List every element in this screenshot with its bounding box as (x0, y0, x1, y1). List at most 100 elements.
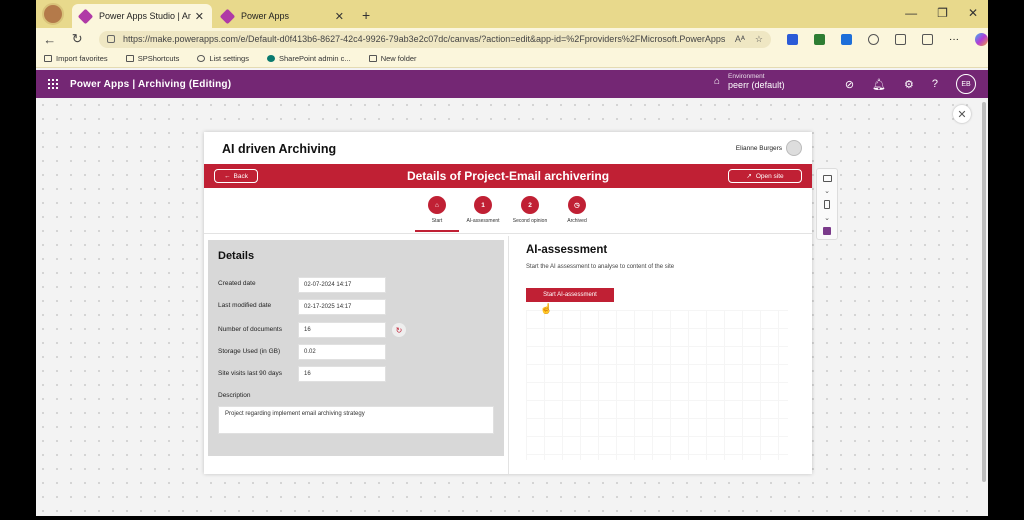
user-avatar (786, 140, 802, 156)
user-info: Elianne Burgers (736, 140, 802, 156)
step-second-opinion[interactable]: 2 Second opinion (508, 196, 552, 224)
chevron-down-icon[interactable]: ⌄ (824, 187, 830, 195)
favorites-bar: Import favorites SPShortcuts List settin… (36, 50, 988, 68)
step-ai-assessment[interactable]: 1 AI-assessment (461, 196, 505, 224)
refresh-icon[interactable]: ↻ (392, 323, 406, 337)
close-window-icon[interactable]: ✕ (968, 6, 978, 20)
more-icon[interactable]: ··· (949, 34, 959, 45)
restore-icon[interactable]: ❐ (937, 6, 948, 20)
page-header-bar: ← Back Details of Project-Email archiver… (204, 164, 812, 188)
browser-window: Power Apps Studio | Archiving (I ✕ Power… (36, 0, 988, 516)
settings-icon[interactable]: ⚙ (904, 78, 914, 91)
globe-icon (197, 55, 206, 62)
page-title: Details of Project-Email archivering (406, 169, 610, 183)
sharepoint-icon (266, 55, 275, 62)
powerapps-header: Power Apps | Archiving (Editing) ⌂ Envir… (36, 70, 988, 98)
description-label: Description (218, 392, 251, 399)
favorite-import[interactable]: Import favorites (44, 54, 108, 63)
tab-label: Power Apps (241, 11, 290, 21)
device-panel: ⌄ ⌄ (816, 168, 838, 240)
step-start[interactable]: ⌂ Start (415, 196, 459, 224)
favorite-sharepoint-admin[interactable]: SharePoint admin c... (266, 54, 351, 63)
import-icon (44, 55, 52, 62)
favorite-list-settings[interactable]: List settings (197, 54, 249, 63)
step-archived[interactable]: ◷ Archived (555, 196, 599, 224)
help-icon[interactable]: ? (932, 78, 938, 90)
assessment-section: AI-assessment Start the AI assessment to… (526, 244, 674, 270)
storage-used-field[interactable]: 0.02 (298, 344, 386, 360)
details-heading: Details (218, 250, 255, 262)
powerapps-icon (77, 8, 94, 24)
notifications-icon[interactable]: 🔔︎ (872, 78, 886, 91)
tab-label: Power Apps Studio | Archiving (I (99, 11, 191, 21)
field-label: Created date (218, 280, 256, 287)
description-field[interactable]: Project regarding implement email archiv… (218, 406, 494, 434)
minimize-icon[interactable]: — (905, 6, 917, 20)
site-visits-field[interactable]: 16 (298, 366, 386, 382)
back-nav-icon[interactable]: ← (36, 32, 64, 47)
url-text: https://make.powerapps.com/e/Default-d0f… (123, 34, 725, 44)
app-launcher-icon[interactable] (48, 79, 58, 89)
assessment-placeholder (526, 310, 788, 460)
address-row: ← ↻ https://make.powerapps.com/e/Default… (36, 28, 988, 50)
lock-icon (107, 35, 115, 43)
canvas-scrollbar[interactable] (980, 98, 988, 516)
details-panel: Details Created date 02-07-2024 14:17 La… (208, 240, 504, 456)
environment-picker[interactable]: ⌂ Environment peerr (default) (714, 73, 785, 90)
address-bar[interactable]: https://make.powerapps.com/e/Default-d0f… (99, 30, 771, 48)
assessment-text: Start the AI assessment to analyse to co… (526, 264, 675, 270)
data-icon[interactable] (823, 227, 831, 235)
extension-icon[interactable] (814, 33, 825, 45)
folder-icon (368, 55, 377, 62)
app-screen: AI driven Archiving Elianne Burgers ← Ba… (204, 132, 812, 474)
tablet-icon[interactable] (822, 175, 832, 182)
open-site-button[interactable]: ↗ Open site (728, 169, 802, 183)
hand-cursor-icon: ☝ (540, 304, 553, 315)
studio-title: Power Apps | Archiving (Editing) (70, 78, 232, 90)
extension-icon[interactable] (787, 33, 798, 45)
divider (508, 236, 509, 474)
environment-icon: ⌂ (714, 76, 721, 87)
extension-icon[interactable] (841, 33, 852, 45)
field-label: Site visits last 90 days (218, 370, 282, 377)
extension-icon[interactable] (868, 33, 879, 45)
phone-icon[interactable] (824, 200, 830, 209)
studio-canvas: ✕ ⌄ ⌄ AI driven Archiving Elianne Burger… (36, 98, 980, 516)
refresh-icon[interactable]: ↻ (64, 31, 92, 47)
favorite-new-folder[interactable]: New folder (368, 54, 417, 63)
progress-steps: ⌂ Start 1 AI-assessment 2 Second opinion… (204, 190, 812, 234)
field-label: Storage Used (in GB) (218, 348, 281, 355)
modified-date-field[interactable]: 02-17-2025 14:17 (298, 299, 386, 315)
assessment-heading: AI-assessment (526, 244, 608, 256)
browser-tab-active[interactable]: Power Apps Studio | Archiving (I ✕ (72, 4, 212, 28)
avatar[interactable]: EB (956, 74, 976, 94)
app-header: AI driven Archiving Elianne Burgers (204, 132, 812, 164)
favorite-star-icon[interactable]: ☆ (755, 34, 763, 45)
browser-tab[interactable]: Power Apps ✕ (214, 4, 352, 28)
created-date-field[interactable]: 02-07-2024 14:17 (298, 277, 386, 293)
copilot-icon[interactable]: ⊘ (845, 78, 854, 91)
active-step-indicator (415, 230, 459, 232)
user-name: Elianne Burgers (735, 144, 782, 152)
close-tab-icon[interactable]: ✕ (335, 10, 344, 23)
close-preview-icon[interactable]: ✕ (953, 105, 971, 123)
app-title: AI driven Archiving (222, 142, 337, 156)
start-ai-assessment-button[interactable]: Start AI-assessment (526, 288, 614, 302)
external-link-icon: ↗ (746, 173, 752, 180)
copilot-icon[interactable] (975, 32, 988, 46)
step-number: 1 (474, 196, 492, 214)
field-label: Number of documents (218, 326, 282, 333)
favorite-spshortcuts[interactable]: SPShortcuts (125, 54, 179, 63)
favorites-icon[interactable] (895, 33, 906, 45)
powerapps-icon (219, 8, 236, 24)
documents-count-field[interactable]: 16 (298, 322, 386, 338)
chevron-down-icon[interactable]: ⌄ (824, 214, 830, 222)
field-label: Last modified date (218, 302, 272, 309)
clock-icon: ◷ (568, 196, 586, 214)
folder-icon (125, 55, 134, 62)
close-tab-icon[interactable]: ✕ (195, 10, 204, 23)
collections-icon[interactable] (922, 33, 933, 45)
read-aloud-icon[interactable]: Aᴬ (735, 34, 745, 44)
new-tab-button[interactable]: + (362, 7, 370, 23)
profile-avatar[interactable] (42, 3, 64, 25)
